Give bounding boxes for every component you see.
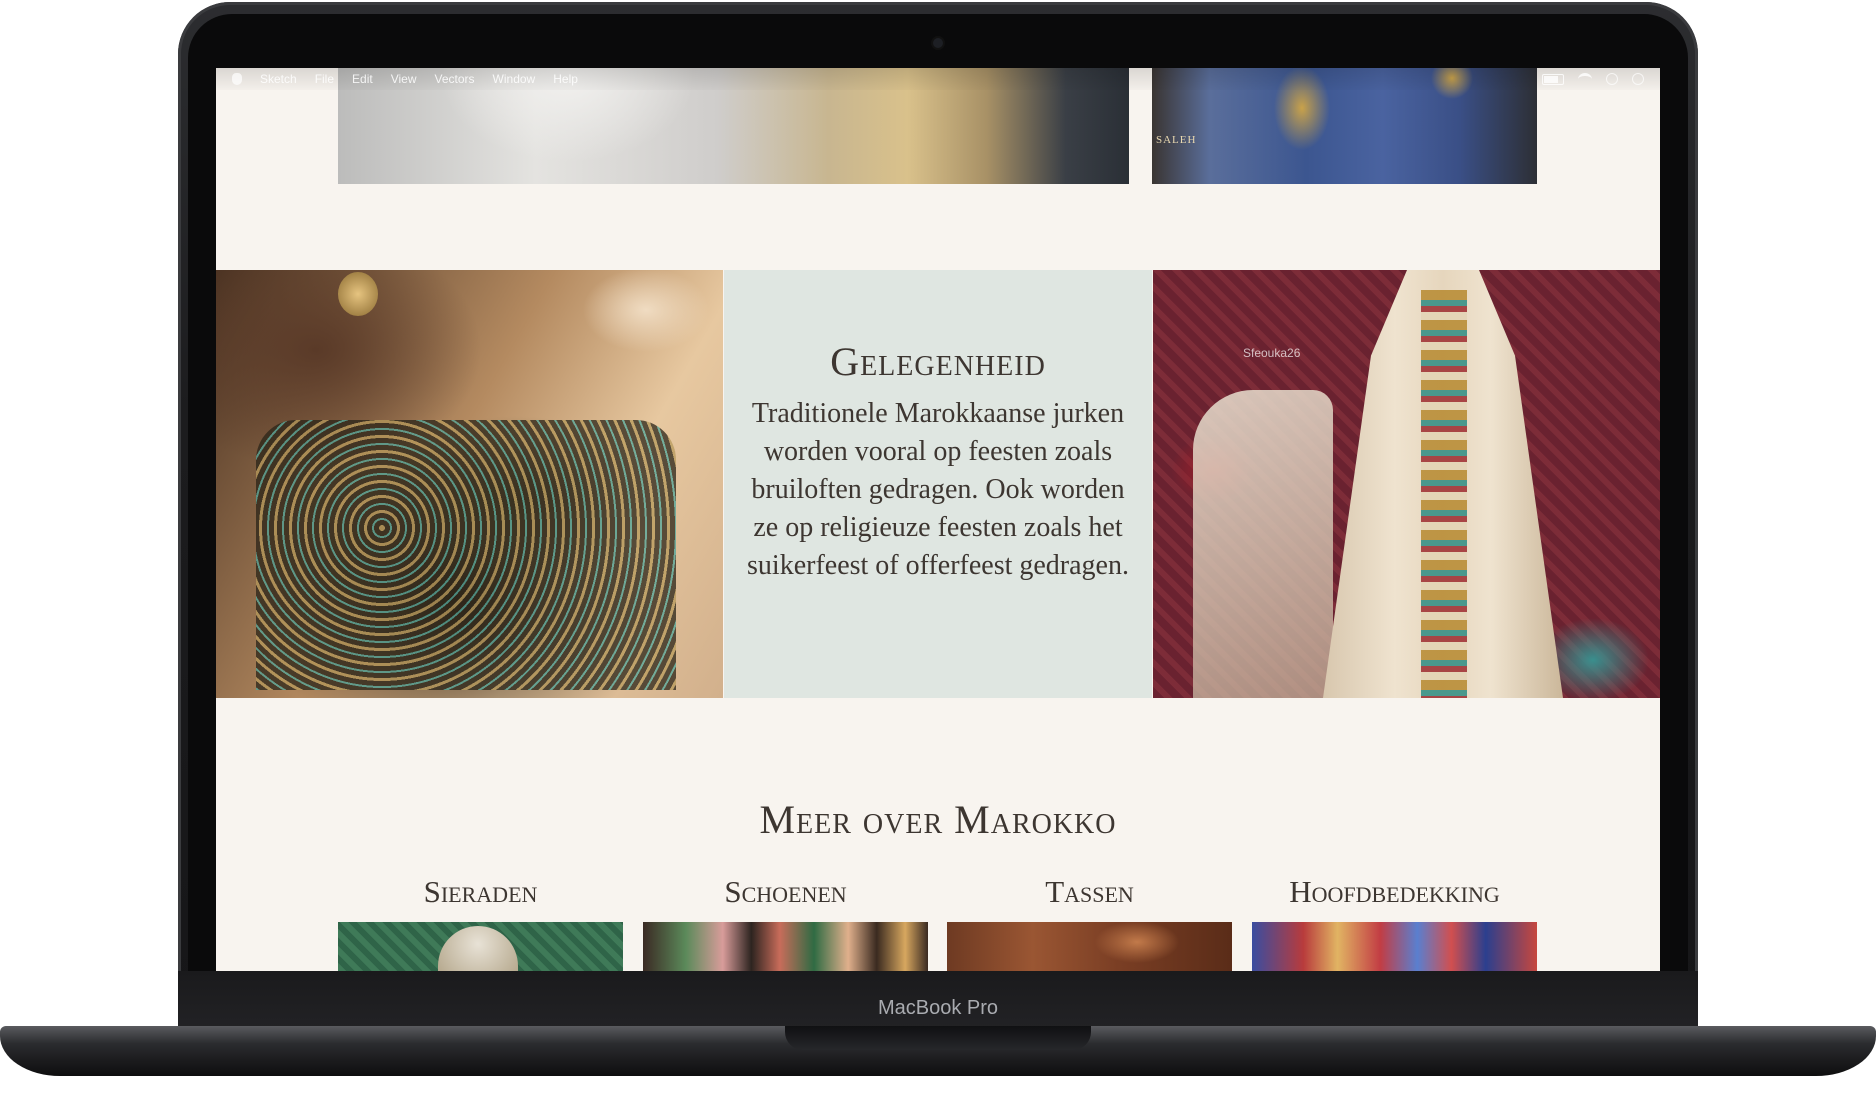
occasion-panel: Gelegenheid Traditionele Marokkaanse jur… [724, 270, 1152, 698]
occasion-body: Traditionele Marokkaanse jurken worden v… [747, 398, 1129, 581]
occasion-title: Gelegenheid [830, 339, 1046, 384]
menu-item-edit[interactable]: Edit [352, 72, 373, 86]
category-image-shoes[interactable] [643, 922, 928, 971]
more-section-title: Meer over Marokko [759, 797, 1117, 842]
menu-item-help[interactable]: Help [553, 72, 578, 86]
battery-icon[interactable] [1542, 73, 1564, 85]
image-watermark: SALEH [1156, 134, 1197, 146]
camera-icon [933, 38, 943, 48]
menu-item-sketch[interactable]: Sketch [260, 72, 297, 86]
device-label: MacBook Pro [877, 997, 999, 1019]
veil-detail [1193, 390, 1333, 698]
category-label-headwear[interactable]: Hoofdbedekking [1252, 874, 1537, 910]
category-label-bags[interactable]: Tassen [947, 874, 1232, 910]
category-label-jewelry[interactable]: Sieraden [338, 874, 623, 910]
menu-item-window[interactable]: Window [493, 72, 536, 86]
apple-icon[interactable] [232, 73, 242, 85]
laptop-hinge-notch [785, 1026, 1091, 1050]
earring-detail [338, 272, 378, 316]
category-image-jewelry[interactable] [338, 922, 623, 971]
occasion-image-right: Sfeouka26 [1153, 270, 1660, 698]
search-icon[interactable] [1606, 73, 1618, 85]
menubar-status [1542, 72, 1660, 86]
menu-item-file[interactable]: File [315, 72, 334, 86]
screen: Sketch File Edit View Vectors Window Hel… [216, 68, 1660, 971]
menu-item-vectors[interactable]: Vectors [435, 72, 475, 86]
category-image-headwear[interactable] [1252, 922, 1537, 971]
embroidery-detail [256, 420, 676, 690]
category-image-bags[interactable] [947, 922, 1232, 971]
image-watermark: Sfeouka26 [1243, 346, 1301, 360]
control-center-icon[interactable] [1632, 73, 1644, 85]
occasion-image-left [216, 270, 723, 698]
wifi-icon[interactable] [1578, 72, 1592, 86]
caftan-trim [1421, 290, 1467, 698]
macos-menubar: Sketch File Edit View Vectors Window Hel… [216, 68, 1660, 90]
menu-item-view[interactable]: View [391, 72, 417, 86]
category-label-shoes[interactable]: Schoenen [643, 874, 928, 910]
